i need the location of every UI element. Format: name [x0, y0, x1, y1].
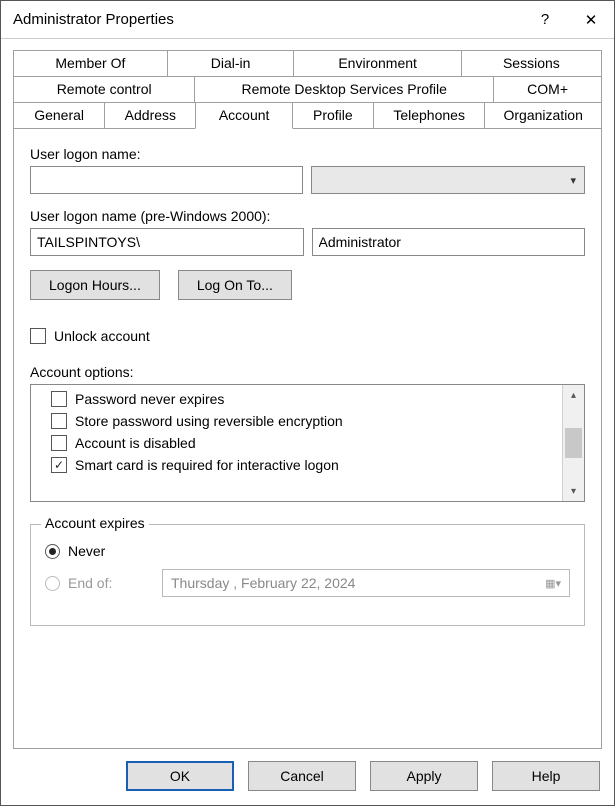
list-item[interactable]: Account is disabled	[37, 435, 556, 451]
dialog-footer: OK Cancel Apply Help	[1, 749, 614, 805]
logon-name-label: User logon name:	[30, 146, 585, 162]
checkbox-smart-card-required[interactable]	[51, 457, 67, 473]
checkbox-account-disabled[interactable]	[51, 435, 67, 451]
option-label: Store password using reversible encrypti…	[75, 413, 343, 429]
tab-remote-control[interactable]: Remote control	[13, 76, 195, 103]
scroll-up-icon[interactable]: ▴	[563, 385, 584, 405]
logon-name-input[interactable]	[30, 166, 303, 194]
help-button[interactable]: Help	[492, 761, 600, 791]
tab-member-of[interactable]: Member Of	[13, 50, 168, 77]
checkbox-reversible-encryption[interactable]	[51, 413, 67, 429]
cancel-button[interactable]: Cancel	[248, 761, 356, 791]
list-item[interactable]: Password never expires	[37, 391, 556, 407]
domain-prefix-input[interactable]	[30, 228, 304, 256]
account-expires-legend: Account expires	[41, 515, 149, 531]
tab-dial-in[interactable]: Dial-in	[167, 50, 295, 77]
list-item[interactable]: Smart card is required for interactive l…	[37, 457, 556, 473]
radio-never-label: Never	[68, 543, 105, 559]
account-options-label: Account options:	[30, 364, 585, 380]
ok-button[interactable]: OK	[126, 761, 234, 791]
titlebar: Administrator Properties ? ✕	[1, 1, 614, 39]
tab-address[interactable]: Address	[104, 102, 196, 129]
unlock-account-checkbox[interactable]	[30, 328, 46, 344]
tab-remote-desktop-profile[interactable]: Remote Desktop Services Profile	[194, 76, 494, 103]
log-on-to-button[interactable]: Log On To...	[178, 270, 292, 300]
checkbox-password-never-expires[interactable]	[51, 391, 67, 407]
expiry-date-picker[interactable]: Thursday , February 22, 2024 ▦▾	[162, 569, 570, 597]
close-icon[interactable]: ✕	[568, 1, 614, 39]
window-title: Administrator Properties	[13, 11, 522, 28]
option-label: Smart card is required for interactive l…	[75, 457, 339, 473]
expiry-date-text: Thursday , February 22, 2024	[171, 575, 355, 591]
tab-general[interactable]: General	[13, 102, 105, 129]
logon-hours-button[interactable]: Logon Hours...	[30, 270, 160, 300]
tab-sessions[interactable]: Sessions	[461, 50, 602, 77]
unlock-account-label: Unlock account	[54, 328, 150, 344]
tab-panel-account: User logon name: ▾ User logon name (pre-…	[13, 128, 602, 749]
account-expires-group: Account expires Never End of: Thursday ,…	[30, 524, 585, 626]
upn-suffix-combo[interactable]: ▾	[311, 166, 586, 194]
account-options-list: Password never expires Store password us…	[30, 384, 585, 502]
radio-end-of-label: End of:	[68, 575, 154, 591]
scroll-down-icon[interactable]: ▾	[563, 481, 584, 501]
option-label: Account is disabled	[75, 435, 196, 451]
radio-end-of[interactable]	[45, 576, 60, 591]
content-area: Member Of Dial-in Environment Sessions R…	[1, 39, 614, 749]
radio-never[interactable]	[45, 544, 60, 559]
options-scrollbar[interactable]: ▴ ▾	[562, 385, 584, 501]
tab-organization[interactable]: Organization	[484, 102, 602, 129]
tab-telephones[interactable]: Telephones	[373, 102, 486, 129]
calendar-icon: ▦▾	[545, 577, 561, 590]
tab-environment[interactable]: Environment	[293, 50, 461, 77]
list-item[interactable]: Store password using reversible encrypti…	[37, 413, 556, 429]
apply-button[interactable]: Apply	[370, 761, 478, 791]
help-icon[interactable]: ?	[522, 1, 568, 39]
chevron-down-icon: ▾	[570, 174, 576, 187]
tab-com-plus[interactable]: COM+	[493, 76, 602, 103]
dialog-window: Administrator Properties ? ✕ Member Of D…	[0, 0, 615, 806]
samaccountname-input[interactable]	[312, 228, 586, 256]
option-label: Password never expires	[75, 391, 224, 407]
tab-strip: Member Of Dial-in Environment Sessions R…	[13, 51, 602, 129]
tab-profile[interactable]: Profile	[292, 102, 374, 129]
tab-account[interactable]: Account	[195, 102, 292, 129]
logon-name-pre2000-label: User logon name (pre-Windows 2000):	[30, 208, 585, 224]
scroll-thumb[interactable]	[565, 428, 582, 458]
